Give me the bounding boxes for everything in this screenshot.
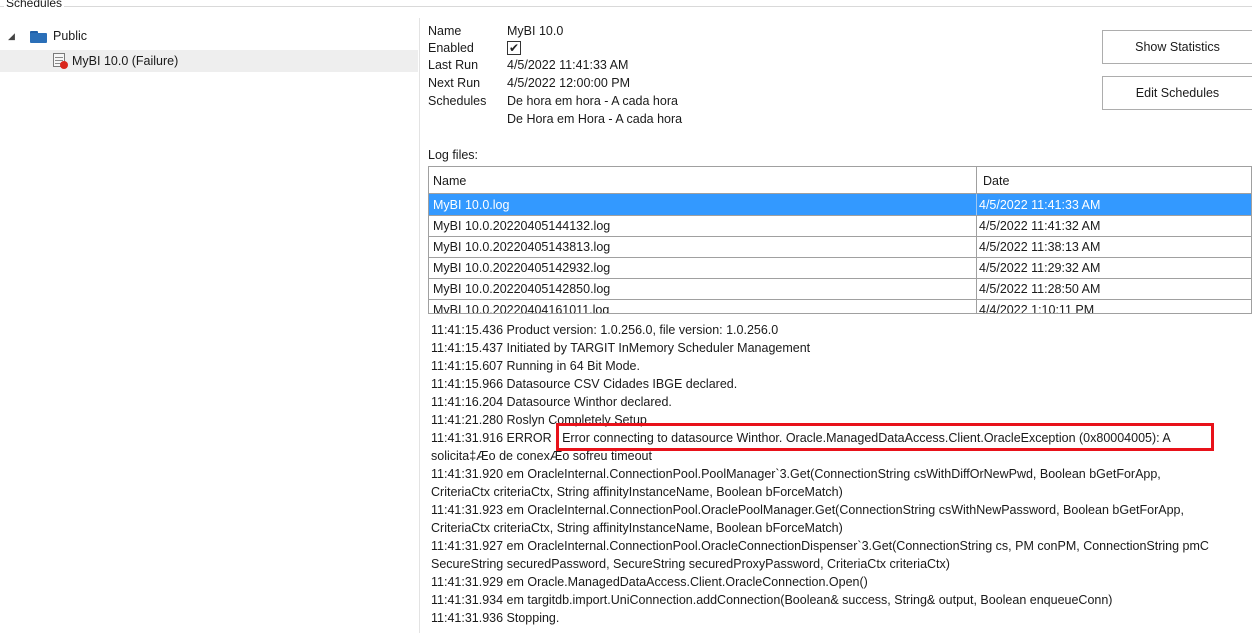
edit-schedules-button[interactable]: Edit Schedules [1102, 76, 1252, 110]
detail-label: Name [428, 24, 462, 38]
log-file-name: MyBI 10.0.log [433, 198, 510, 212]
log-file-date: 4/5/2022 11:41:33 AM [979, 198, 1101, 212]
log-line: 11:41:31.920 em OracleInternal.Connectio… [431, 467, 1161, 481]
table-row[interactable]: MyBI 10.0.20220404161011.log 4/4/2022 1:… [429, 299, 1251, 314]
schedule-tree[interactable]: ◢ Public MyBI 10.0 (Failure) [0, 18, 420, 633]
tree-node-label: MyBI 10.0 (Failure) [72, 54, 179, 68]
log-line: 11:41:31.923 em OracleInternal.Connectio… [431, 503, 1184, 517]
enabled-checkbox[interactable]: ✔ [507, 41, 521, 55]
column-header-name[interactable]: Name [433, 174, 466, 188]
log-line: 11:41:15.607 Running in 64 Bit Mode. [431, 359, 640, 373]
log-file-name: MyBI 10.0.20220405144132.log [433, 219, 611, 233]
detail-label: Next Run [428, 76, 481, 90]
detail-label: Enabled [428, 41, 474, 55]
log-file-name: MyBI 10.0.20220405142850.log [433, 282, 611, 296]
groupbox-border [0, 6, 1252, 7]
log-files-label: Log files: [428, 148, 479, 162]
detail-value: 4/5/2022 12:00:00 PM [507, 76, 631, 90]
log-file-date: 4/5/2022 11:38:13 AM [979, 240, 1101, 254]
error-highlight-annotation [556, 423, 1214, 451]
grid-header: Name Date [429, 167, 1251, 194]
detail-value: De Hora em Hora - A cada hora [507, 112, 683, 126]
detail-value: MyBI 10.0 [507, 24, 564, 38]
log-file-date: 4/5/2022 11:28:50 AM [979, 282, 1101, 296]
detail-label: Last Run [428, 58, 479, 72]
table-row[interactable]: MyBI 10.0.20220405143813.log 4/5/2022 11… [429, 236, 1251, 258]
show-statistics-button[interactable]: Show Statistics [1102, 30, 1252, 64]
log-line: SecureString securedPassword, SecureStri… [431, 557, 950, 571]
detail-label: Schedules [428, 94, 487, 108]
log-file-date: 4/4/2022 1:10:11 PM [979, 303, 1095, 314]
log-line: 11:41:15.436 Product version: 1.0.256.0,… [431, 323, 779, 337]
groupbox-title: Schedules [4, 0, 65, 10]
log-file-date: 4/5/2022 11:41:32 AM [979, 219, 1101, 233]
column-header-date[interactable]: Date [983, 174, 1009, 188]
table-row[interactable]: MyBI 10.0.log 4/5/2022 11:41:33 AM [429, 194, 1251, 216]
log-file-name: MyBI 10.0.20220405142932.log [433, 261, 611, 275]
column-divider[interactable] [976, 167, 977, 194]
table-row[interactable]: MyBI 10.0.20220405144132.log 4/5/2022 11… [429, 215, 1251, 237]
log-line: CriteriaCtx criteriaCtx, String affinity… [431, 485, 843, 499]
tree-node-schedule[interactable]: MyBI 10.0 (Failure) [0, 50, 418, 72]
tree-node-public[interactable]: ◢ Public [8, 25, 87, 47]
table-row[interactable]: MyBI 10.0.20220405142850.log 4/5/2022 11… [429, 278, 1251, 300]
collapse-arrow-icon[interactable]: ◢ [8, 31, 20, 42]
schedule-failure-icon [52, 53, 68, 69]
folder-icon [30, 30, 47, 43]
detail-value: De hora em hora - A cada hora [507, 94, 678, 108]
log-line: 11:41:31.936 Stopping. [431, 611, 560, 625]
tree-node-label: Public [53, 29, 88, 43]
log-file-date: 4/5/2022 11:29:32 AM [979, 261, 1101, 275]
log-line: 11:41:31.934 em targitdb.import.UniConne… [431, 593, 1113, 607]
table-row[interactable]: MyBI 10.0.20220405142932.log 4/5/2022 11… [429, 257, 1251, 279]
log-line: 11:41:31.927 em OracleInternal.Connectio… [431, 539, 1209, 553]
log-line: 11:41:15.437 Initiated by TARGIT InMemor… [431, 341, 811, 355]
log-line: CriteriaCtx criteriaCtx, String affinity… [431, 521, 843, 535]
log-files-grid[interactable]: Name Date MyBI 10.0.log 4/5/2022 11:41:3… [428, 166, 1252, 314]
log-line: 11:41:16.204 Datasource Winthor declared… [431, 395, 672, 409]
log-line: 11:41:15.966 Datasource CSV Cidades IBGE… [431, 377, 738, 391]
detail-value: 4/5/2022 11:41:33 AM [507, 58, 629, 72]
log-file-name: MyBI 10.0.20220405143813.log [433, 240, 611, 254]
log-file-name: MyBI 10.0.20220404161011.log [433, 303, 610, 314]
log-line: 11:41:31.929 em Oracle.ManagedDataAccess… [431, 575, 868, 589]
